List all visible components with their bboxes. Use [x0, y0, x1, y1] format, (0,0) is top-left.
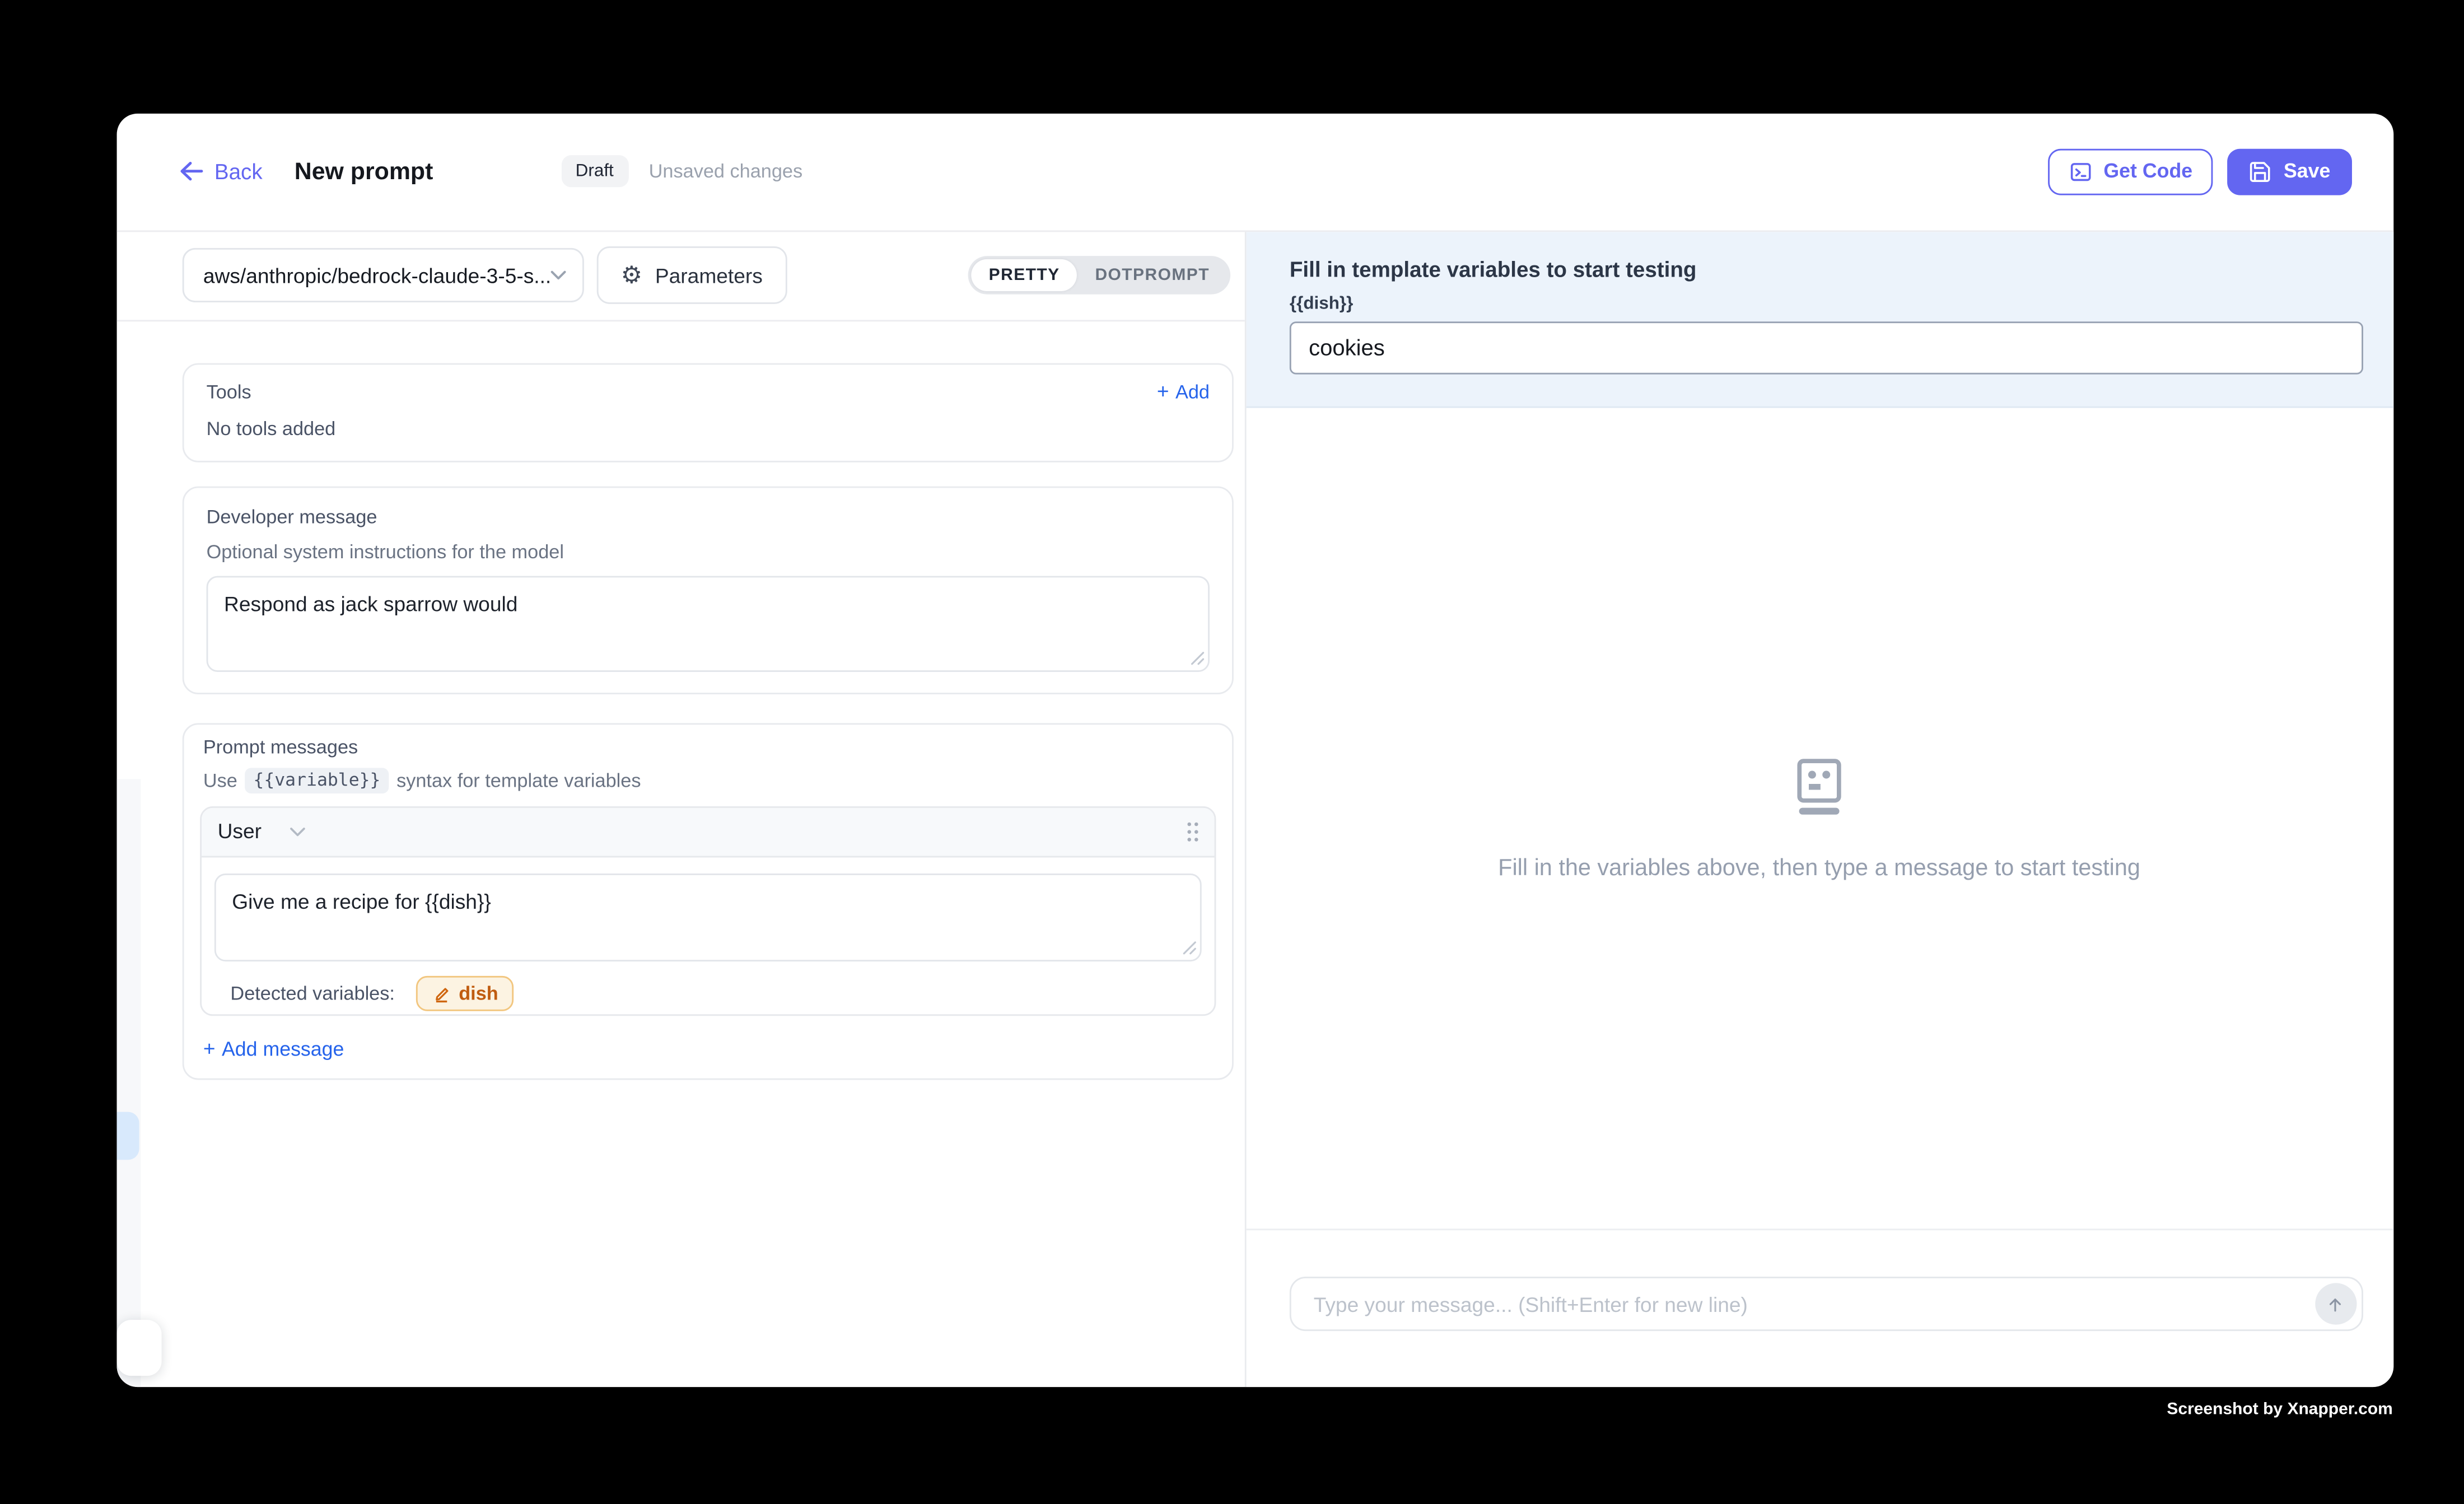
get-code-button[interactable]: Get Code — [2047, 148, 2213, 195]
editor-scroll-area: Tools + Add No tools added Developer mes… — [117, 321, 1244, 1079]
variable-code-chip: {{variable}} — [245, 767, 389, 793]
chat-input-wrap — [1290, 1277, 2363, 1331]
developer-message-title: Developer message — [207, 505, 1210, 527]
back-label: Back — [214, 160, 263, 184]
header-actions: Get Code Save — [2047, 148, 2351, 195]
plus-icon: + — [1157, 381, 1169, 401]
developer-message-input[interactable]: Respond as jack sparrow would — [207, 575, 1210, 671]
back-button[interactable]: Back — [179, 160, 263, 184]
hint-prefix: Use — [203, 769, 237, 791]
format-toggle: PRETTY DOTPROMPT — [968, 256, 1231, 295]
chevron-down-icon — [290, 826, 306, 836]
prompt-messages-title: Prompt messages — [203, 735, 1216, 758]
back-arrow-icon — [179, 162, 203, 181]
dish-variable-input[interactable] — [1290, 321, 2363, 373]
toggle-pretty[interactable]: PRETTY — [971, 260, 1077, 292]
tools-title: Tools — [207, 380, 251, 403]
editor-toolbar: aws/anthropic/bedrock-claude-3-5-s... ⚙ … — [117, 231, 1244, 321]
empty-state-message: Fill in the variables above, then type a… — [1498, 856, 2140, 881]
background-sidebar-selected-item[interactable] — [117, 1112, 139, 1160]
variable-badge-label: dish — [459, 982, 498, 1004]
app-window: Back New prompt Draft Unsaved changes Ge… — [117, 114, 2393, 1387]
send-button[interactable] — [2314, 1283, 2356, 1324]
chat-message-input[interactable] — [1310, 1290, 2307, 1318]
model-selector-value: aws/anthropic/bedrock-claude-3-5-s... — [203, 264, 550, 288]
body: aws/anthropic/bedrock-claude-3-5-s... ⚙ … — [117, 231, 2393, 1387]
save-label: Save — [2284, 160, 2330, 183]
status-badge: Draft — [561, 156, 628, 188]
stage: Back New prompt Draft Unsaved changes Ge… — [0, 0, 2464, 1504]
add-tool-button[interactable]: + Add — [1157, 380, 1210, 403]
gear-icon: ⚙ — [621, 264, 642, 288]
plus-icon: + — [203, 1038, 216, 1059]
user-message-input[interactable]: Give me a recipe for {{dish}} — [214, 873, 1202, 961]
tools-card: Tools + Add No tools added — [183, 362, 1234, 461]
background-floating-card[interactable] — [117, 1320, 161, 1376]
background-sidebar-strip — [117, 779, 140, 1387]
get-code-label: Get Code — [2103, 160, 2192, 183]
bot-face-icon — [1789, 755, 1850, 819]
role-selector[interactable] — [290, 826, 306, 836]
code-terminal-icon — [2069, 160, 2093, 184]
hint-suffix: syntax for template variables — [396, 769, 641, 791]
save-icon — [2248, 160, 2272, 184]
developer-message-subtitle: Optional system instructions for the mod… — [207, 540, 1210, 562]
parameters-button[interactable]: ⚙ Parameters — [597, 247, 787, 305]
prompt-editor-pane: aws/anthropic/bedrock-claude-3-5-s... ⚙ … — [117, 231, 1246, 1387]
drag-handle[interactable] — [1186, 820, 1200, 842]
message-textarea-wrap: Give me a recipe for {{dish}} — [214, 873, 1202, 961]
prompt-messages-card: Prompt messages Use {{variable}} syntax … — [183, 722, 1234, 1079]
variable-syntax-hint: Use {{variable}} syntax for template var… — [203, 767, 1216, 793]
chevron-down-icon — [550, 271, 567, 281]
developer-message-card: Developer message Optional system instru… — [183, 485, 1234, 693]
detected-variables-row: Detected variables: dish — [214, 961, 1202, 1013]
variables-panel-title: Fill in template variables to start test… — [1290, 257, 2363, 281]
save-button[interactable]: Save — [2228, 148, 2351, 195]
header: Back New prompt Draft Unsaved changes Ge… — [117, 114, 2393, 231]
model-selector[interactable]: aws/anthropic/bedrock-claude-3-5-s... — [183, 249, 584, 303]
toggle-dotprompt[interactable]: DOTPROMPT — [1077, 260, 1227, 292]
parameters-label: Parameters — [655, 264, 763, 288]
arrow-up-icon — [2325, 1293, 2345, 1314]
add-tool-label: Add — [1175, 380, 1210, 403]
dish-variable-label: {{dish}} — [1290, 293, 2363, 312]
tools-card-head: Tools + Add — [207, 380, 1210, 403]
drag-handle-icon — [1186, 820, 1200, 842]
chat-input-bar — [1245, 1228, 2393, 1387]
chat-empty-state: Fill in the variables above, then type a… — [1245, 408, 2393, 1228]
edit-pen-icon — [432, 983, 451, 1002]
role-selector-value[interactable]: User — [218, 819, 262, 843]
developer-textarea-wrap: Respond as jack sparrow would — [207, 575, 1210, 671]
page-title: New prompt — [295, 158, 433, 185]
tools-empty-text: No tools added — [207, 417, 1210, 439]
message-body: Give me a recipe for {{dish}} Detected v… — [202, 857, 1215, 1013]
watermark: Screenshot by Xnapper.com — [2167, 1400, 2392, 1419]
message-header: User — [202, 807, 1215, 857]
add-message-label: Add message — [222, 1038, 344, 1060]
add-message-button[interactable]: + Add message — [203, 1038, 1216, 1060]
tester-pane: Fill in template variables to start test… — [1245, 231, 2393, 1387]
detected-variables-label: Detected variables: — [230, 982, 395, 1004]
variable-badge-dish[interactable]: dish — [416, 975, 514, 1010]
unsaved-changes-note: Unsaved changes — [649, 160, 803, 183]
template-variables-panel: Fill in template variables to start test… — [1245, 231, 2393, 408]
message-block: User Give me a recipe for {{d — [200, 806, 1216, 1015]
